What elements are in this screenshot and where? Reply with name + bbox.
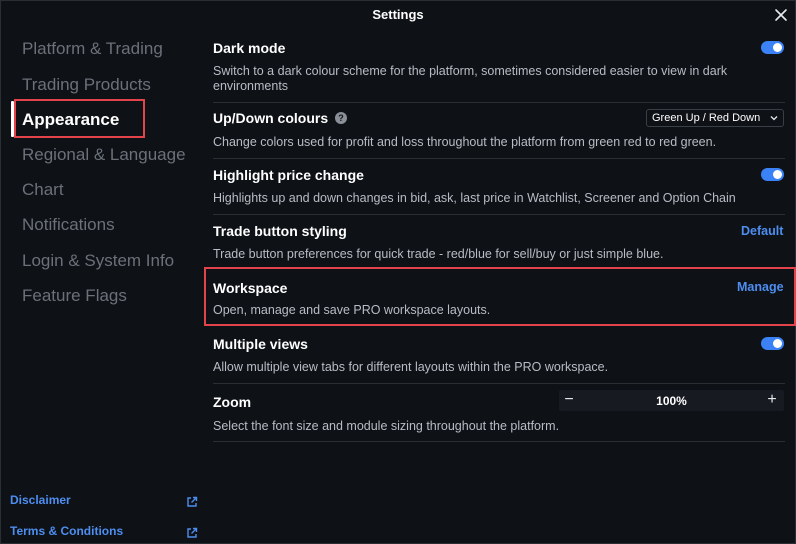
toggle-knob	[773, 339, 782, 348]
sidebar-item-trading-products[interactable]: Trading Products	[22, 75, 151, 95]
multiple-views-description: Allow multiple view tabs for different l…	[213, 360, 609, 374]
updown-colours-title: Up/Down colours	[213, 110, 329, 126]
multiple-views-title: Multiple views	[213, 336, 308, 352]
divider	[213, 383, 785, 384]
sidebar-item-chart[interactable]: Chart	[22, 180, 64, 200]
updown-colours-description: Change colors used for profit and loss t…	[213, 135, 717, 149]
highlight-price-change-description: Highlights up and down changes in bid, a…	[213, 191, 736, 205]
toggle-knob	[773, 170, 782, 179]
dark-mode-title: Dark mode	[213, 40, 286, 56]
highlight-box-appearance	[14, 99, 145, 138]
multiple-views-toggle[interactable]	[761, 337, 784, 350]
sidebar-item-feature-flags[interactable]: Feature Flags	[22, 286, 127, 306]
divider	[213, 441, 785, 442]
workspace-description: Open, manage and save PRO workspace layo…	[213, 303, 491, 317]
terms-conditions-link[interactable]: Terms & Conditions	[10, 524, 123, 538]
sidebar-item-platform-trading[interactable]: Platform & Trading	[22, 39, 163, 59]
chevron-down-icon	[769, 113, 779, 123]
zoom-stepper: − 100% +	[559, 390, 784, 411]
title-bar: Settings	[1, 1, 795, 29]
sidebar: Platform & Trading Trading Products Appe…	[1, 29, 205, 543]
updown-colours-select[interactable]: Green Up / Red Down	[646, 109, 784, 127]
highlight-price-change-toggle[interactable]	[761, 168, 784, 181]
divider	[213, 158, 785, 159]
dark-mode-toggle[interactable]	[761, 41, 784, 54]
zoom-description: Select the font size and module sizing t…	[213, 419, 560, 433]
external-link-icon[interactable]	[186, 495, 198, 507]
zoom-increment-button[interactable]: +	[762, 390, 782, 411]
disclaimer-link[interactable]: Disclaimer	[10, 493, 71, 507]
external-link-icon[interactable]	[186, 526, 198, 538]
settings-window: Settings Platform & Trading Trading Prod…	[0, 0, 796, 544]
select-value: Green Up / Red Down	[652, 112, 761, 124]
close-icon[interactable]	[771, 5, 791, 25]
workspace-title: Workspace	[213, 280, 288, 296]
divider	[213, 102, 785, 103]
sidebar-item-notifications[interactable]: Notifications	[22, 215, 115, 235]
help-icon[interactable]: ?	[335, 112, 347, 124]
manage-button[interactable]: Manage	[737, 280, 784, 294]
divider	[213, 214, 785, 215]
sidebar-item-regional-language[interactable]: Regional & Language	[22, 145, 186, 165]
dark-mode-description: Switch to a dark colour scheme for the p…	[213, 64, 728, 93]
zoom-value: 100%	[656, 394, 687, 408]
trade-button-styling-description: Trade button preferences for quick trade…	[213, 247, 664, 261]
trade-button-styling-title: Trade button styling	[213, 223, 347, 239]
default-button[interactable]: Default	[741, 224, 783, 238]
zoom-decrement-button[interactable]: −	[559, 390, 579, 411]
window-title: Settings	[372, 7, 424, 22]
zoom-title: Zoom	[213, 394, 252, 410]
toggle-knob	[773, 43, 782, 52]
sidebar-item-login-system-info[interactable]: Login & System Info	[22, 251, 174, 271]
highlight-price-change-title: Highlight price change	[213, 167, 364, 183]
